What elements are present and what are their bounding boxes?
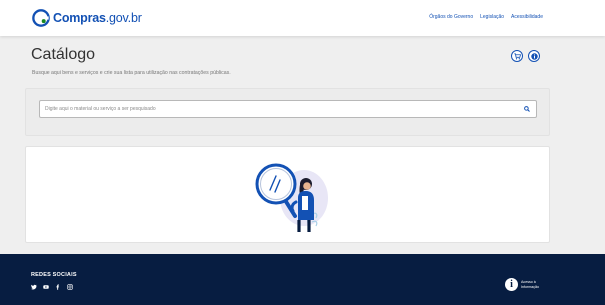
instagram-icon	[67, 284, 73, 290]
twitter-link[interactable]	[31, 284, 37, 290]
social-links	[31, 284, 73, 290]
acesso-informacao-label: Acesso à Informação	[521, 280, 539, 289]
nav-orgaos-do-governo[interactable]: Órgãos do Governo	[429, 14, 473, 20]
nav-acessibilidade[interactable]: Acessibilidade	[511, 14, 543, 20]
search-button[interactable]	[522, 104, 532, 114]
twitter-icon	[31, 284, 37, 290]
socials-title: REDES SOCIAIS	[31, 272, 77, 278]
search-card	[25, 88, 550, 136]
compras-logo-icon	[32, 9, 50, 27]
search-input[interactable]	[45, 103, 515, 115]
youtube-icon	[43, 285, 49, 289]
youtube-link[interactable]	[43, 284, 49, 290]
page-title: Catálogo	[31, 46, 96, 63]
instagram-link[interactable]	[67, 284, 73, 290]
info-button[interactable]	[528, 50, 540, 62]
nav-legislacao[interactable]: Legislação	[480, 14, 504, 20]
cart-button[interactable]	[511, 50, 523, 62]
results-card	[25, 146, 550, 243]
search-box	[39, 100, 537, 118]
compras-gov-logo[interactable]: Compras.gov.br	[32, 8, 142, 28]
acesso-informacao-link[interactable]: i Acesso à Informação	[505, 278, 543, 291]
header-nav: Órgãos do Governo Legislação Acessibilid…	[429, 14, 543, 20]
search-icon	[524, 106, 530, 112]
info-icon	[530, 52, 538, 60]
logo-text: Compras.gov.br	[53, 11, 142, 25]
top-header: Compras.gov.br Órgãos do Governo Legisla…	[0, 0, 605, 36]
facebook-link[interactable]	[55, 284, 61, 290]
search-illustration	[255, 163, 328, 232]
facebook-icon	[56, 284, 59, 290]
page-subtitle: Busque aqui bens e serviços e crie sua l…	[32, 70, 231, 76]
footer: REDES SOCIAIS i Acesso à Informação	[0, 254, 605, 305]
cart-icon	[513, 52, 521, 59]
info-i-icon: i	[505, 278, 518, 291]
